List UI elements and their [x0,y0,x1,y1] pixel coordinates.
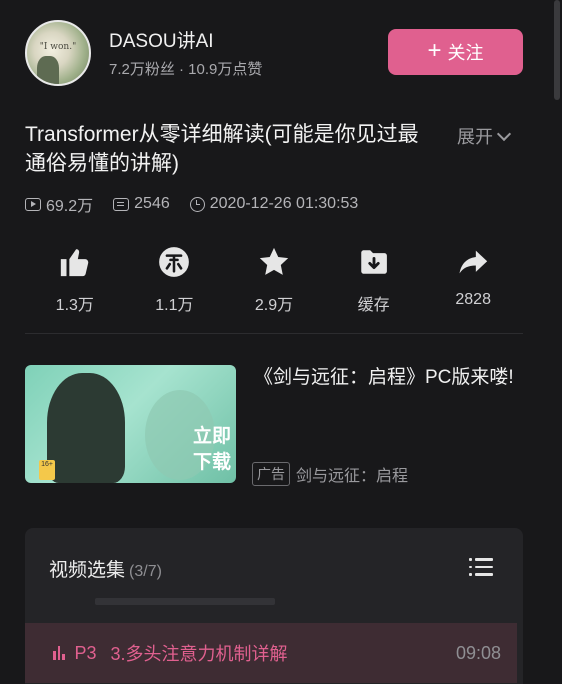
collection-title-text: 视频选集 [49,560,126,581]
collection-title: 视频选集 (3/7) [49,555,162,582]
coin-icon [159,247,190,277]
list-dot [469,573,472,576]
share-count: 2828 [455,291,491,308]
playing-icon [53,646,65,660]
episode-duration: 09:08 [455,642,501,663]
expand-button[interactable]: 展开 [457,123,512,149]
video-title: Transformer从零详细解读(可能是你见过最通俗易懂的讲解) [25,123,419,175]
favorite-button[interactable]: 2.9万 [224,245,324,315]
uploader-stats: 7.2万粉丝 · 10.9万点赞 [109,61,263,78]
list-line [475,558,493,561]
list-line [475,565,493,568]
section-divider [25,333,523,334]
share-icon [459,250,488,274]
clock-icon [189,196,205,212]
ad-download-cta: 立即下载 [193,425,232,473]
avatar-caption: "I won." [39,42,77,52]
follow-button[interactable]: + 关注 [388,29,523,75]
ad-tag: 广告 [252,462,290,486]
favorite-count: 2.9万 [254,297,294,314]
like-icon [60,249,89,277]
avatar[interactable]: "I won." [25,20,91,86]
ad-title[interactable]: 《剑与远征：启程》PC版来喽! [254,364,524,392]
ad-advertiser: 剑与远征：启程 [296,468,409,485]
publish-time: 2020-12-26 01:30:53 [189,195,359,213]
page-scrollbar[interactable] [554,0,560,100]
like-count: 1.3万 [55,297,94,314]
star-icon [259,247,289,275]
danmaku-count: 2546 [134,195,170,212]
expand-label: 展开 [457,127,493,147]
share-button[interactable]: 2828 [423,245,523,315]
views-count: 69.2万 [46,198,94,215]
list-dot [469,558,472,561]
episode-current[interactable]: P3 3.多头注意力机制详解 09:08 [25,623,517,683]
ad-meta: 广告 剑与远征：启程 [252,462,408,486]
list-icon[interactable] [469,557,493,577]
cache-button[interactable]: 缓存 [324,245,424,315]
list-dot [469,565,472,568]
play-count-icon [25,197,41,211]
action-bar: 1.3万 1.1万 2.9万 缓存 2828 [25,245,523,315]
publish-datetime: 2020-12-26 01:30:53 [209,195,359,212]
avatar-figure [37,56,59,84]
ad-character [47,373,125,483]
coin-button[interactable]: 1.1万 [125,245,225,315]
views-stat: 69.2万 [25,192,93,216]
uploader-header: "I won." DASOU讲AI 7.2万粉丝 · 10.9万点赞 + 关注 [25,20,523,86]
chevron-down-icon [496,126,512,141]
follow-label: 关注 [447,43,484,63]
video-collection: 视频选集 (3/7) P3 3.多头注意力机制详解 09:08 [25,528,523,684]
uploader-name[interactable]: DASOU讲AI [109,26,214,53]
ad-thumbnail[interactable]: 16+ 立即下载 [25,365,236,483]
episode-code: P3 [74,642,97,663]
list-line [475,573,493,576]
plus-icon: + [427,37,442,64]
download-icon [360,250,387,274]
coin-count: 1.1万 [155,297,194,314]
scrolled-episode-row [95,598,275,605]
danmaku-icon [113,197,130,211]
cache-label: 缓存 [357,297,390,314]
danmaku-stat: 2546 [113,195,170,213]
collection-count: (3/7) [129,563,162,580]
video-meta: 69.2万 2546 2020-12-26 01:30:53 [25,192,378,216]
episode-title: 3.多头注意力机制详解 [110,644,288,664]
like-button[interactable]: 1.3万 [25,245,125,315]
age-rating-badge: 16+ [39,460,55,480]
